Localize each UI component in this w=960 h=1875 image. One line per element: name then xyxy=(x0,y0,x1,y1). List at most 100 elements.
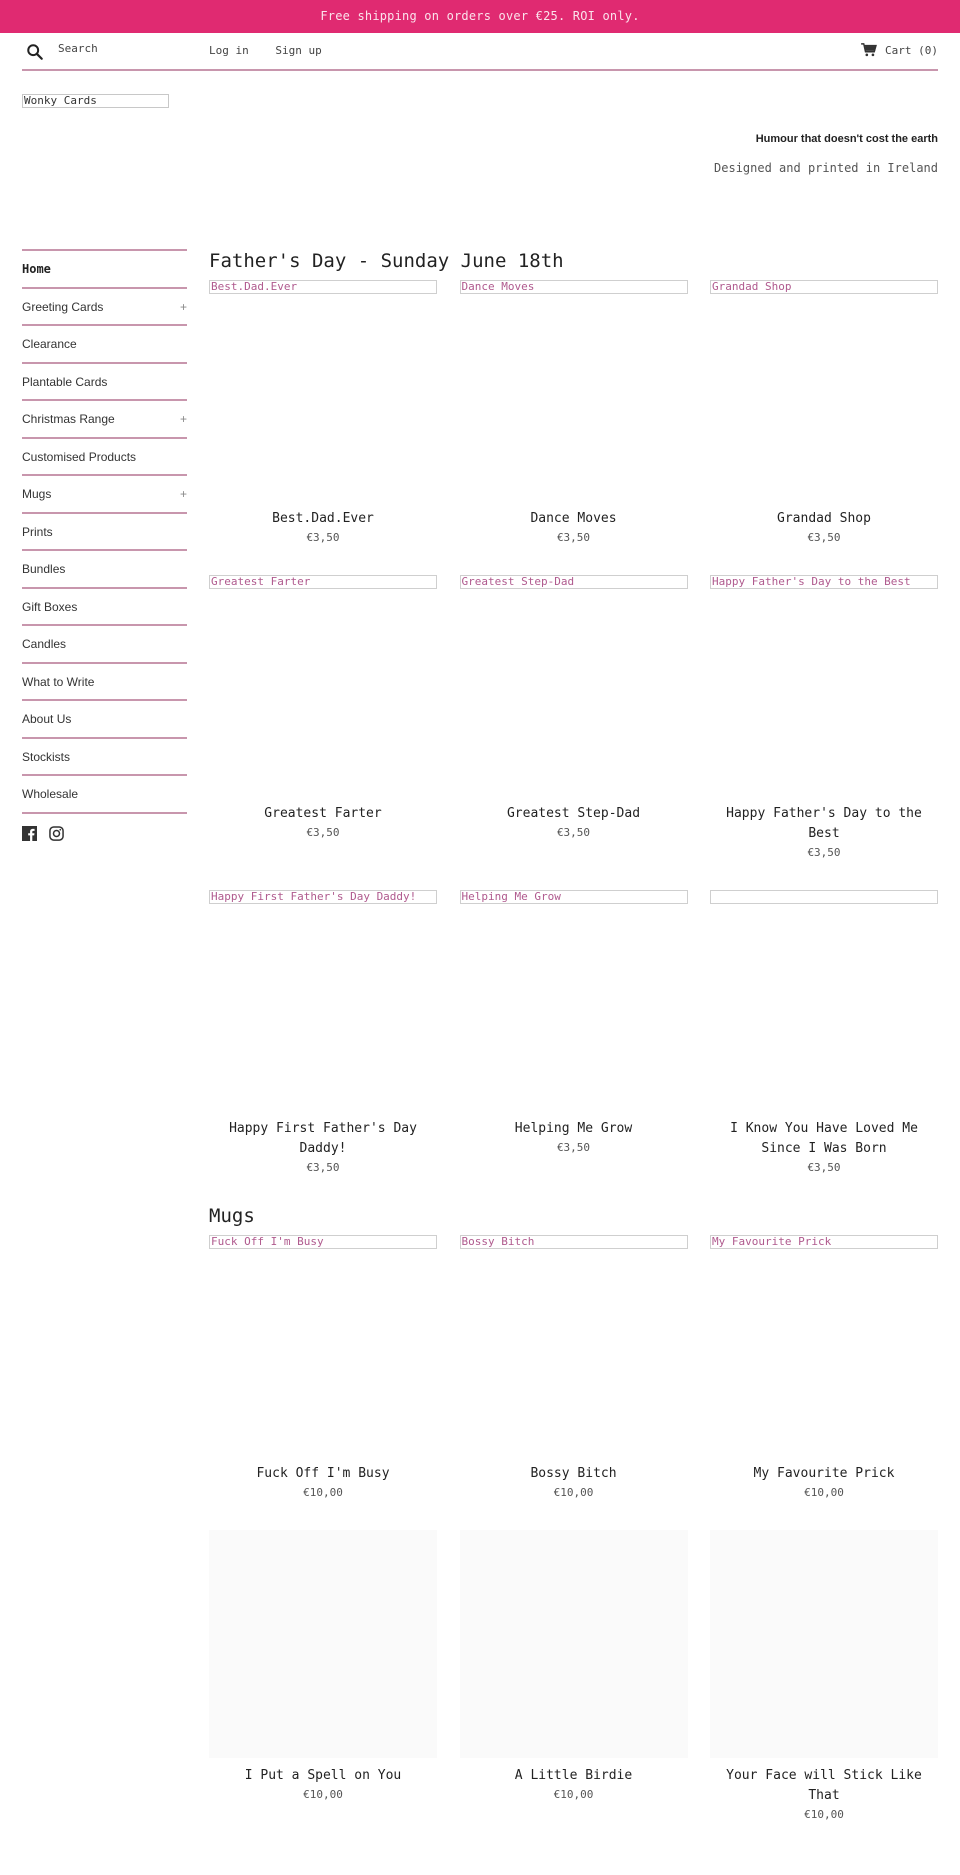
search-icon[interactable] xyxy=(26,43,44,61)
sidebar-item-gift-boxes[interactable]: Gift Boxes xyxy=(22,589,187,626)
expand-plus-icon[interactable]: + xyxy=(180,289,187,326)
sidebar-item-label: Customised Products xyxy=(22,449,137,464)
sidebar-item-label: Gift Boxes xyxy=(22,599,78,614)
sidebar-item-label: Candles xyxy=(22,637,67,651)
sidebar-item-christmas-range[interactable]: Christmas Range + xyxy=(22,401,187,439)
expand-plus-icon[interactable]: + xyxy=(180,476,187,513)
product-image[interactable]: Fuck Off I'm Busy xyxy=(209,1235,437,1249)
product-image[interactable]: Greatest Farter xyxy=(209,575,437,589)
product-title[interactable]: Helping Me Grow xyxy=(460,1119,688,1139)
product-card[interactable]: Bossy Bitch Bossy Bitch €10,00 xyxy=(459,1235,688,1502)
product-card[interactable]: Greatest Step-Dad Greatest Step-Dad €3,50 xyxy=(459,575,688,862)
product-image-placeholder[interactable] xyxy=(710,1530,938,1758)
product-price: €10,00 xyxy=(553,1486,594,1499)
product-image[interactable]: Happy First Father's Day Daddy! xyxy=(209,890,437,904)
sidebar-item-label: Clearance xyxy=(22,337,77,351)
product-image[interactable]: Bossy Bitch xyxy=(459,1235,688,1249)
product-title[interactable]: Greatest Step-Dad xyxy=(460,804,688,824)
product-card[interactable]: Grandad Shop Grandad Shop €3,50 xyxy=(710,280,938,547)
product-image-placeholder[interactable] xyxy=(209,1530,437,1758)
collection-section: Mugs Fuck Off I'm Busy Fuck Off I'm Busy €1… xyxy=(209,1201,938,1824)
product-title[interactable]: Greatest Farter xyxy=(209,804,437,824)
product-card[interactable]: Greatest Farter Greatest Farter €3,50 xyxy=(209,575,437,862)
product-card[interactable]: Dance Moves Dance Moves €3,50 xyxy=(459,280,688,547)
signup-link[interactable]: Sign up xyxy=(275,44,321,57)
product-title[interactable]: Dance Moves xyxy=(460,509,688,529)
store-tagline: Humour that doesn't cost the earth xyxy=(755,133,938,145)
product-card[interactable]: Best.Dad.Ever Best.Dad.Ever €3,50 xyxy=(209,280,437,547)
product-image[interactable]: My Favourite Prick xyxy=(710,1235,938,1249)
product-image[interactable]: Dance Moves xyxy=(459,280,688,294)
product-title[interactable]: Fuck Off I'm Busy xyxy=(209,1464,437,1484)
product-title[interactable]: Happy Father's Day to the Best xyxy=(710,804,938,844)
sidebar-item-label: About Us xyxy=(22,712,72,726)
login-link[interactable]: Log in xyxy=(209,44,249,57)
product-title[interactable]: Grandad Shop xyxy=(710,509,938,529)
sidebar-item-bundles[interactable]: Bundles xyxy=(22,551,187,589)
product-price: €10,00 xyxy=(804,1808,844,1821)
product-price: €3,50 xyxy=(556,531,591,544)
sidebar-item-label: Mugs xyxy=(22,487,52,501)
product-card[interactable]: A Little Birdie €10,00 xyxy=(459,1530,688,1824)
sidebar-item-about-us[interactable]: About Us xyxy=(22,701,187,739)
product-image[interactable]: Happy Father's Day to the Best xyxy=(710,575,938,589)
product-card[interactable]: I Put a Spell on You €10,00 xyxy=(209,1530,437,1824)
sidebar-item-prints[interactable]: Prints xyxy=(22,514,187,551)
product-title[interactable]: Your Face will Stick Like That xyxy=(710,1766,938,1806)
facebook-icon[interactable] xyxy=(22,826,37,841)
site-header: Log in Sign up Cart (0) xyxy=(22,33,938,71)
product-card[interactable]: My Favourite Prick My Favourite Prick €10,… xyxy=(710,1235,938,1502)
social-links xyxy=(22,826,64,841)
announcement-bar: Free shipping on orders over €25. ROI on… xyxy=(0,0,960,33)
product-title[interactable]: A Little Birdie xyxy=(460,1766,688,1786)
sidebar-item-clearance[interactable]: Clearance xyxy=(22,326,187,364)
product-title[interactable]: I Know You Have Loved Me Since I Was Bor… xyxy=(710,1119,938,1159)
sidebar-item-home[interactable]: Home xyxy=(22,251,187,289)
account-links: Log in Sign up xyxy=(209,44,342,57)
product-card[interactable]: Helping Me Grow Helping Me Grow €3,50 xyxy=(459,890,688,1177)
cart-link[interactable]: Cart (0) xyxy=(861,43,938,57)
sidebar-item-greeting-cards[interactable]: Greeting Cards + xyxy=(22,289,187,326)
cart-label: Cart (0) xyxy=(885,43,938,57)
section-title: Father's Day - Sunday June 18th xyxy=(209,250,564,272)
sidebar-item-plantable-cards[interactable]: Plantable Cards xyxy=(22,364,187,401)
sidebar-item-wholesale[interactable]: Wholesale xyxy=(22,776,187,814)
sidebar-item-what-to-write[interactable]: What to Write xyxy=(22,664,187,701)
product-image[interactable] xyxy=(710,890,938,904)
product-grid: Fuck Off I'm Busy Fuck Off I'm Busy €10,00… xyxy=(209,1235,938,1824)
sidebar-item-customised-products[interactable]: Customised Products xyxy=(22,439,187,476)
product-price: €3,50 xyxy=(556,1141,591,1154)
product-title[interactable]: Best.Dad.Ever xyxy=(209,509,437,529)
sidebar-item-label: Christmas Range xyxy=(22,412,115,426)
sidebar-item-mugs[interactable]: Mugs + xyxy=(22,476,187,514)
product-image[interactable]: Grandad Shop xyxy=(710,280,938,294)
product-grid: Best.Dad.Ever Best.Dad.Ever €3,50 Dance Mov… xyxy=(209,280,938,1177)
product-title[interactable]: My Favourite Prick xyxy=(710,1464,938,1484)
sidebar-item-label: Bundles xyxy=(22,562,66,576)
product-card[interactable]: Happy First Father's Day Daddy! Happy Fir… xyxy=(209,890,437,1177)
product-title[interactable]: Happy First Father's Day Daddy! xyxy=(209,1119,437,1159)
search-input[interactable] xyxy=(58,42,208,55)
product-image[interactable]: Helping Me Grow xyxy=(459,890,688,904)
product-image[interactable]: Greatest Step-Dad xyxy=(459,575,688,589)
store-logo[interactable]: Wonky Cards xyxy=(22,94,169,108)
product-card[interactable]: I Know You Have Loved Me Since I Was Bor… xyxy=(710,890,938,1177)
sidebar-item-candles[interactable]: Candles xyxy=(22,626,187,664)
product-card[interactable]: Your Face will Stick Like That €10,00 xyxy=(710,1530,938,1824)
product-title[interactable]: Bossy Bitch xyxy=(460,1464,688,1484)
product-image[interactable]: Best.Dad.Ever xyxy=(209,280,437,294)
expand-plus-icon[interactable]: + xyxy=(180,401,187,438)
product-title[interactable]: I Put a Spell on You xyxy=(209,1766,437,1786)
product-price: €10,00 xyxy=(804,1486,844,1499)
product-card[interactable]: Fuck Off I'm Busy Fuck Off I'm Busy €10,00 xyxy=(209,1235,437,1502)
product-price: €10,00 xyxy=(553,1788,594,1801)
instagram-icon[interactable] xyxy=(49,826,64,841)
collection-section: Father's Day - Sunday June 18th Best.Dad.… xyxy=(209,246,938,1177)
sidebar-item-stockists[interactable]: Stockists xyxy=(22,739,187,776)
product-price: €3,50 xyxy=(306,826,340,839)
product-image-placeholder[interactable] xyxy=(459,1530,688,1758)
sidebar-item-label: Prints xyxy=(22,524,53,539)
product-price: €3,50 xyxy=(807,531,841,544)
sidebar-item-label: Home xyxy=(22,262,51,276)
product-card[interactable]: Happy Father's Day to the Best Happy Fath… xyxy=(710,575,938,862)
